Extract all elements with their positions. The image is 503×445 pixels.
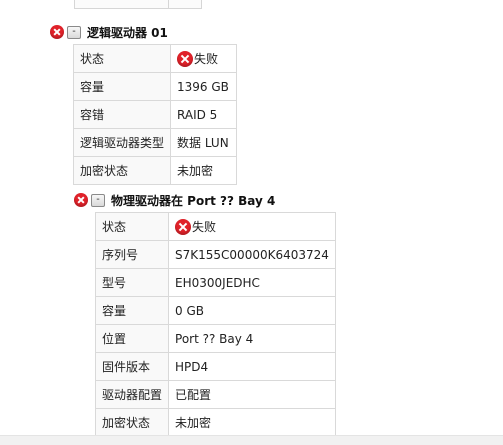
- physical-drive-header: - 物理驱动器在 Port ?? Bay 4: [74, 191, 275, 209]
- row-key: 型号: [94, 268, 170, 297]
- status-text: 失败: [194, 52, 219, 66]
- logical-drive-header: - 逻辑驱动器 01: [50, 23, 168, 41]
- row-value: HPD4: [168, 352, 336, 381]
- row-value: 未加密: [170, 156, 238, 185]
- row-value: 已配置: [168, 380, 336, 409]
- table-row: 容量 0 GB: [94, 296, 336, 325]
- physical-drive-title: 物理驱动器在 Port ?? Bay 4: [111, 193, 276, 208]
- table-row: 容错 RAID 5: [72, 100, 238, 129]
- row-key: 容错: [72, 100, 172, 129]
- logical-drive-table: 状态 失败 容量 1396 GB 容错 RAID 5 逻辑驱动器类型 数据 LU…: [72, 44, 238, 185]
- row-key: 容量: [94, 296, 170, 325]
- physical-drive-table: 状态 失败 序列号 S7K155C00000K6403724 型号 EH0300…: [94, 212, 336, 437]
- row-key: 加密状态: [72, 156, 172, 185]
- logical-drive-title: 逻辑驱动器 01: [87, 25, 168, 40]
- row-key: 状态: [72, 44, 172, 73]
- row-value: RAID 5: [170, 100, 238, 129]
- row-value: 0 GB: [168, 296, 336, 325]
- table-row: 状态 失败: [94, 212, 336, 241]
- table-row: 序列号 S7K155C00000K6403724: [94, 240, 336, 269]
- row-key: 容量: [72, 72, 172, 101]
- table-row: 固件版本 HPD4: [94, 352, 336, 381]
- previous-table-stub: [74, 0, 202, 9]
- table-divider: [168, 0, 169, 8]
- table-row: 加密状态 未加密: [72, 156, 238, 185]
- row-value: 未加密: [168, 408, 336, 437]
- table-row: 状态 失败: [72, 44, 238, 73]
- row-value: 数据 LUN: [170, 128, 238, 157]
- row-key: 驱动器配置: [94, 380, 170, 409]
- table-row: 位置 Port ?? Bay 4: [94, 324, 336, 353]
- row-key: 状态: [94, 212, 170, 241]
- error-status-icon: [175, 218, 192, 235]
- table-row: 逻辑驱动器类型 数据 LUN: [72, 128, 238, 157]
- bottom-scroll-strip: [0, 435, 503, 445]
- row-key: 固件版本: [94, 352, 170, 381]
- status-text: 失败: [192, 220, 217, 234]
- drive-status-panel: - 逻辑驱动器 01 状态 失败 容量 1396 GB 容错 RAID 5 逻辑…: [0, 0, 503, 445]
- error-icon: [50, 25, 64, 39]
- table-row: 加密状态 未加密: [94, 408, 336, 437]
- error-status-icon: [177, 50, 194, 67]
- row-key: 位置: [94, 324, 170, 353]
- table-row: 驱动器配置 已配置: [94, 380, 336, 409]
- row-key: 序列号: [94, 240, 170, 269]
- physical-drive-collapse-button[interactable]: -: [91, 193, 105, 207]
- table-row: 容量 1396 GB: [72, 72, 238, 101]
- error-icon: [74, 193, 88, 207]
- logical-drive-collapse-button[interactable]: -: [67, 25, 81, 39]
- row-key: 逻辑驱动器类型: [72, 128, 172, 157]
- row-value: Port ?? Bay 4: [168, 324, 336, 353]
- row-value: S7K155C00000K6403724: [168, 240, 336, 269]
- row-value: EH0300JEDHC: [168, 268, 336, 297]
- row-value: 失败: [168, 212, 336, 241]
- row-key: 加密状态: [94, 408, 170, 437]
- row-value: 失败: [170, 44, 238, 73]
- row-value: 1396 GB: [170, 72, 238, 101]
- table-row: 型号 EH0300JEDHC: [94, 268, 336, 297]
